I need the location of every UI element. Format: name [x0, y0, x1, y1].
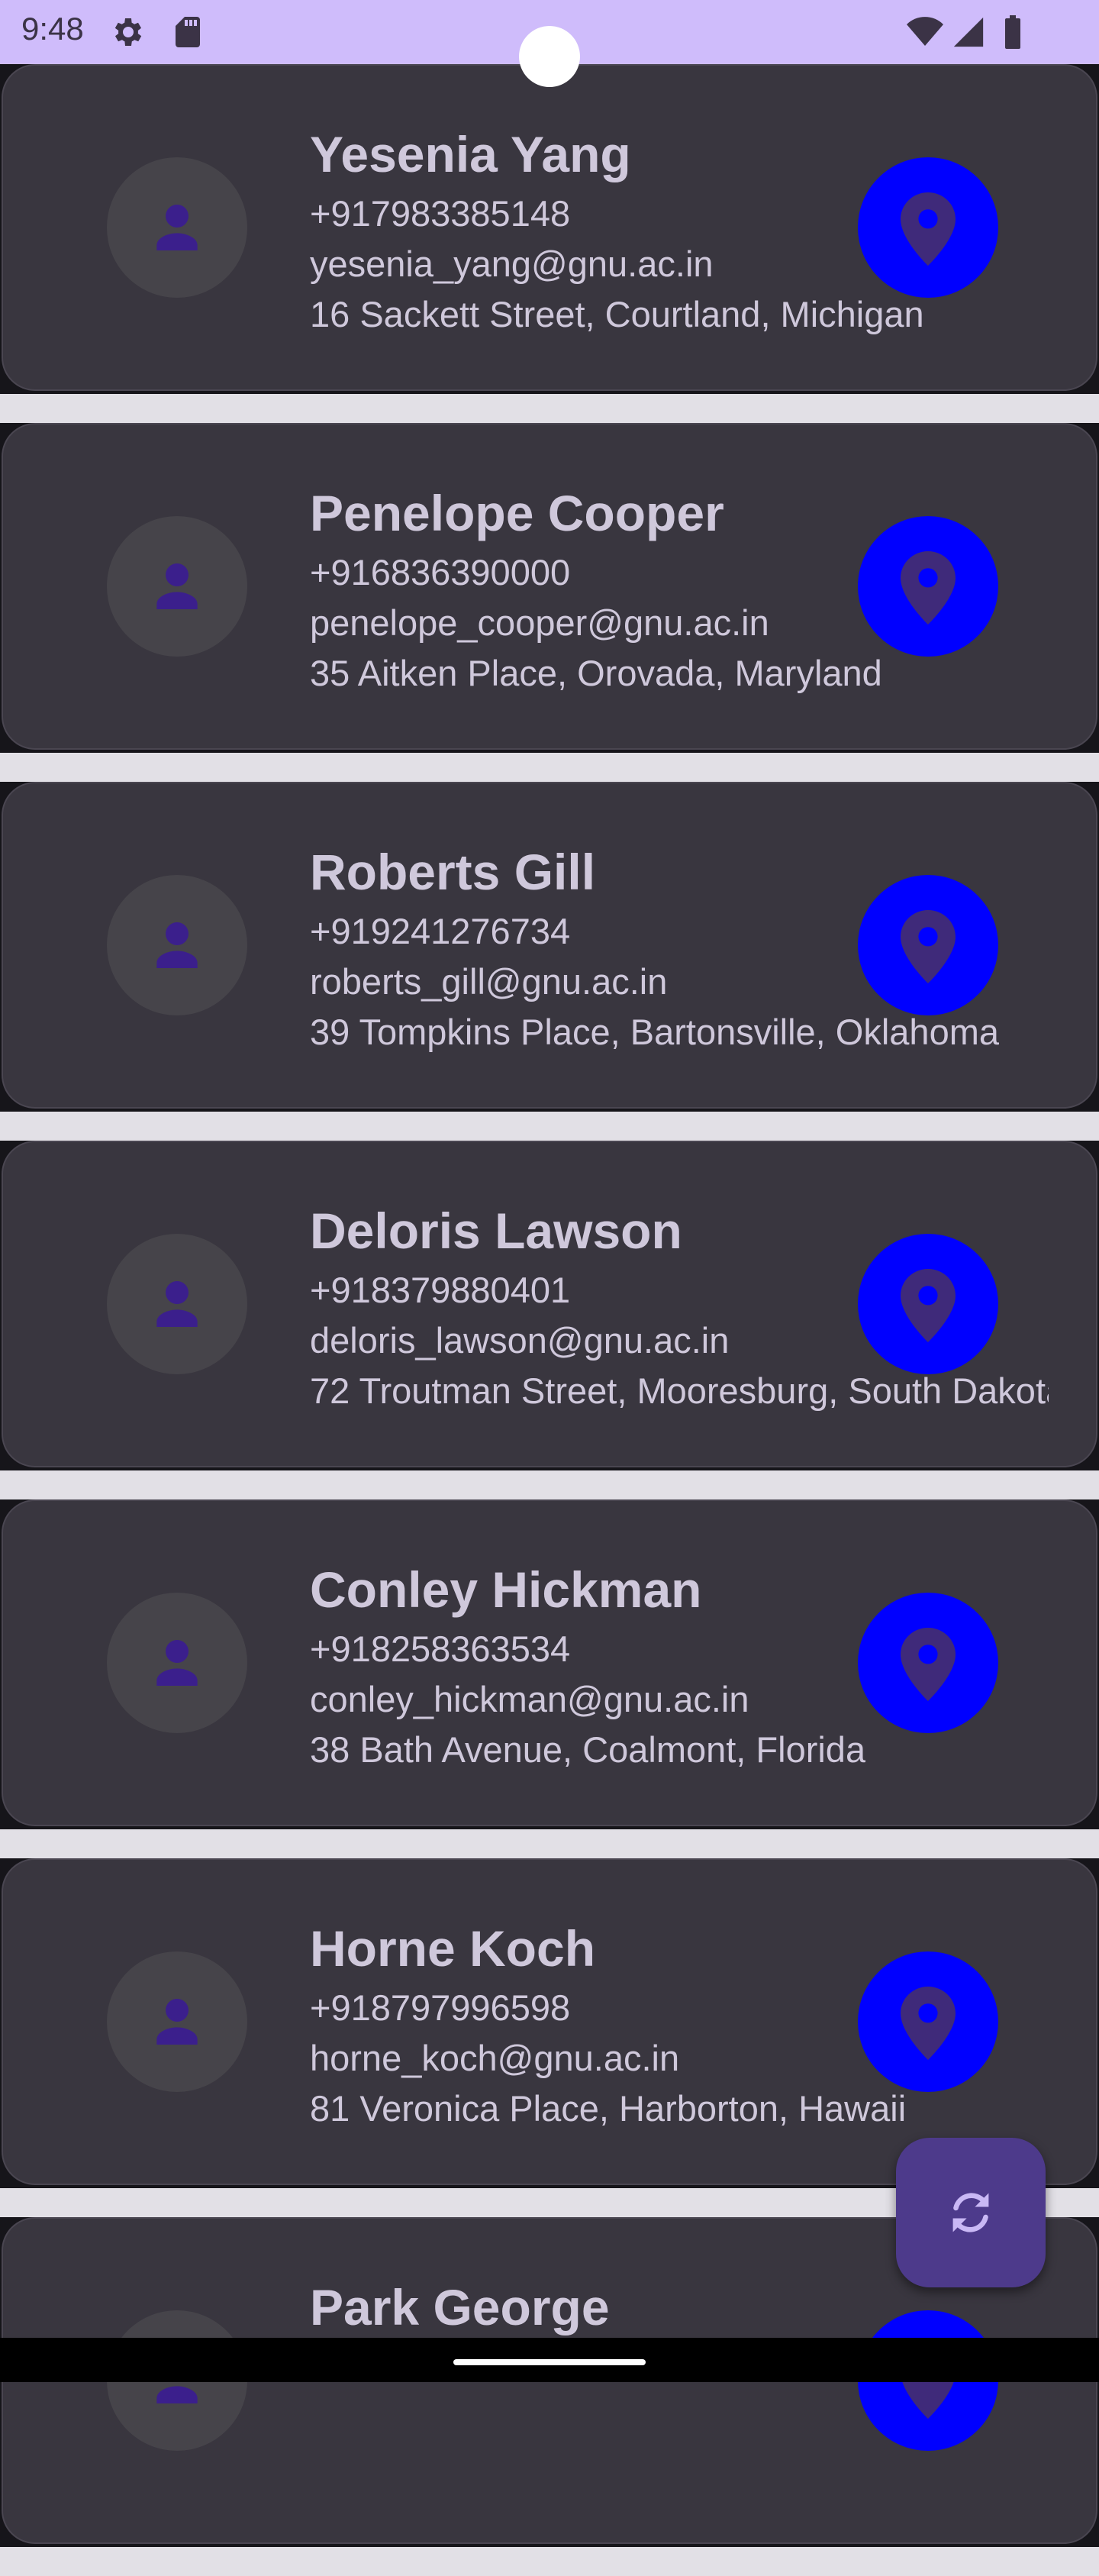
contact-card[interactable]: Horne Koch +918797996598 horne_koch@gnu.…	[2, 1858, 1097, 2185]
location-button[interactable]	[858, 1951, 998, 2092]
contact-phone: +918258363534	[310, 1629, 571, 1669]
home-gesture-handle[interactable]	[453, 2359, 646, 2365]
row-divider	[0, 394, 1099, 423]
avatar	[107, 157, 247, 298]
refresh-icon	[952, 2193, 989, 2232]
location-button[interactable]	[858, 875, 998, 1015]
location-pin-icon	[901, 1987, 956, 2060]
row-divider	[0, 1829, 1099, 1858]
contact-phone: +916836390000	[310, 552, 571, 592]
row-divider	[0, 2547, 1099, 2576]
avatar	[107, 875, 247, 1015]
location-pin-icon	[901, 1269, 956, 1342]
avatar	[107, 1951, 247, 2092]
contact-name: Roberts Gill	[310, 844, 596, 900]
wifi-icon	[905, 14, 945, 54]
person-icon	[156, 1281, 198, 1327]
status-time: 9:48	[21, 11, 84, 47]
contact-email: penelope_cooper@gnu.ac.in	[310, 602, 769, 643]
contact-email: conley_hickman@gnu.ac.in	[310, 1679, 749, 1719]
contact-email: yesenia_yang@gnu.ac.in	[310, 244, 714, 284]
contact-address: 16 Sackett Street, Courtland, Michigan	[310, 294, 924, 334]
contact-phone: +918797996598	[310, 1987, 571, 2028]
contact-phone: +919241276734	[310, 911, 571, 951]
contact-row: Roberts Gill +919241276734 roberts_gill@…	[0, 782, 1099, 1141]
sd-card-icon	[169, 14, 206, 54]
location-button[interactable]	[858, 1593, 998, 1733]
contact-address: 35 Aitken Place, Orovada, Maryland	[310, 653, 882, 693]
location-pin-icon	[901, 910, 956, 983]
contact-row: Deloris Lawson +918379880401 deloris_law…	[0, 1141, 1099, 1499]
refresh-fab[interactable]	[896, 2138, 1046, 2287]
person-icon	[156, 1640, 198, 1686]
contact-address: 39 Tompkins Place, Bartonsville, Oklahom…	[310, 1012, 1000, 1052]
location-pin-icon	[901, 192, 956, 266]
contact-row: Conley Hickman +918258363534 conley_hick…	[0, 1499, 1099, 1858]
contact-name: Park George	[310, 2279, 610, 2336]
contact-card[interactable]: Deloris Lawson +918379880401 deloris_law…	[2, 1141, 1097, 1467]
contact-row: Penelope Cooper +916836390000 penelope_c…	[0, 423, 1099, 782]
person-icon	[156, 1999, 198, 2045]
person-icon	[156, 922, 198, 968]
contact-card[interactable]: Conley Hickman +918258363534 conley_hick…	[2, 1499, 1097, 1826]
contact-phone: +917983385148	[310, 193, 571, 234]
contact-name: Penelope Cooper	[310, 485, 724, 541]
contact-name: Yesenia Yang	[310, 126, 631, 182]
contact-email: horne_koch@gnu.ac.in	[310, 2038, 680, 2078]
contact-card[interactable]: Roberts Gill +919241276734 roberts_gill@…	[2, 782, 1097, 1109]
avatar	[107, 1593, 247, 1733]
avatar	[107, 1234, 247, 1374]
battery-icon	[1001, 14, 1024, 54]
contact-name: Deloris Lawson	[310, 1202, 682, 1259]
location-button[interactable]	[858, 516, 998, 657]
contact-row: Yesenia Yang +917983385148 yesenia_yang@…	[0, 64, 1099, 423]
person-icon	[156, 205, 198, 250]
location-button[interactable]	[858, 1234, 998, 1374]
contact-name: Conley Hickman	[310, 1561, 702, 1618]
camera-cutout	[519, 26, 580, 87]
contact-card[interactable]: Yesenia Yang +917983385148 yesenia_yang@…	[2, 64, 1097, 391]
location-button[interactable]	[858, 157, 998, 298]
contact-phone: +918379880401	[310, 1270, 571, 1310]
contact-email: roberts_gill@gnu.ac.in	[310, 961, 668, 1002]
avatar	[107, 516, 247, 657]
location-pin-icon	[901, 551, 956, 625]
row-divider	[0, 753, 1099, 782]
navigation-bar	[0, 2338, 1099, 2382]
person-icon	[156, 563, 198, 609]
contact-address: 72 Troutman Street, Mooresburg, South Da…	[310, 1370, 1049, 1411]
row-divider	[0, 1470, 1099, 1499]
contact-address: 81 Veronica Place, Harborton, Hawaii	[310, 2088, 907, 2129]
location-pin-icon	[901, 1628, 956, 1701]
contact-card[interactable]: Penelope Cooper +916836390000 penelope_c…	[2, 423, 1097, 750]
row-divider	[0, 1112, 1099, 1141]
contact-email: deloris_lawson@gnu.ac.in	[310, 1320, 730, 1361]
contact-address: 38 Bath Avenue, Coalmont, Florida	[310, 1729, 866, 1770]
settings-icon	[108, 14, 145, 54]
signal-icon	[951, 14, 986, 54]
contact-name: Horne Koch	[310, 1920, 596, 1977]
